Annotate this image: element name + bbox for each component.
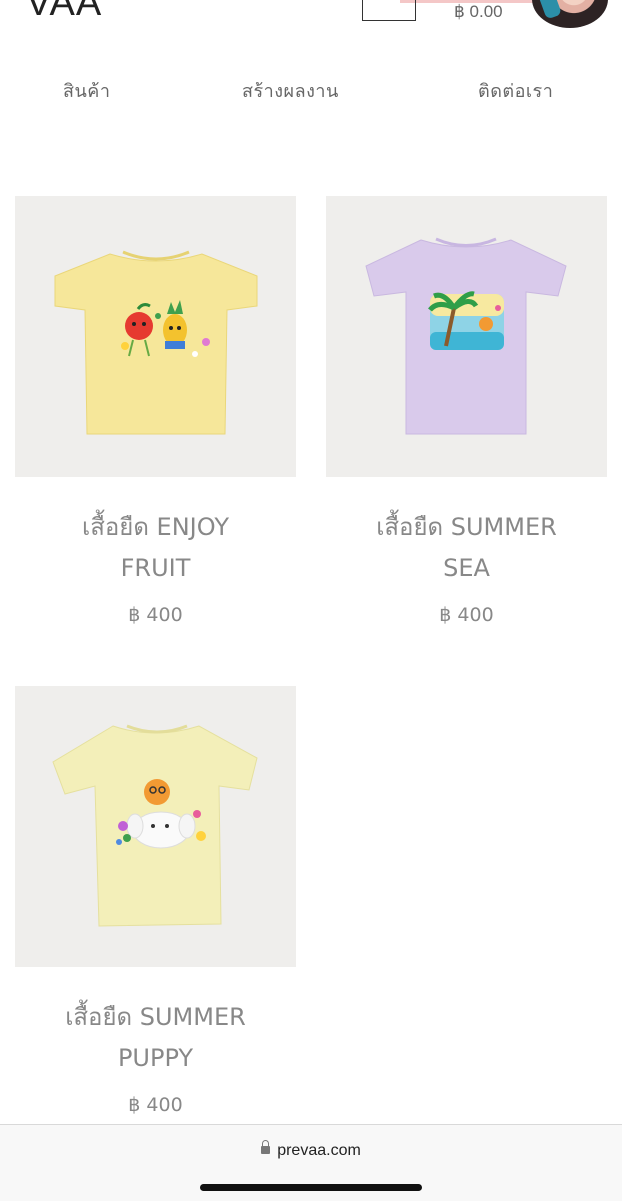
- product-price: ฿ 400: [128, 1094, 183, 1116]
- browser-bottom-bar: prevaa.com: [0, 1124, 622, 1201]
- tshirt-image: [54, 250, 258, 435]
- nav-item-products[interactable]: สินค้า: [63, 76, 110, 105]
- tshirt-image: [365, 237, 567, 435]
- nav-item-contact[interactable]: ติดต่อเรา: [478, 76, 553, 105]
- product-card[interactable]: เสื้อยืด ENJOY FRUIT ฿ 400: [15, 196, 296, 626]
- site-logo[interactable]: VAA: [26, 0, 102, 22]
- nav-item-create[interactable]: สร้างผลงาน: [242, 76, 339, 105]
- product-title-line2: FRUIT: [120, 554, 191, 582]
- avatar[interactable]: [532, 0, 608, 28]
- product-image[interactable]: [326, 196, 607, 477]
- product-title-line1: เสื้อยืด SUMMER: [376, 513, 557, 541]
- product-card[interactable]: เสื้อยืด SUMMER SEA ฿ 400: [326, 196, 607, 626]
- lock-icon: [261, 1139, 271, 1154]
- tshirt-image: [52, 724, 258, 927]
- product-title-line2: SEA: [443, 554, 490, 582]
- product-image[interactable]: [15, 686, 296, 967]
- home-indicator[interactable]: [200, 1184, 422, 1191]
- product-title[interactable]: เสื้อยืด SUMMER PUPPY: [15, 997, 296, 1079]
- product-title-line2: PUPPY: [117, 1044, 194, 1072]
- site-header: VAA ฿ 0.00: [0, 0, 622, 36]
- product-card[interactable]: เสื้อยืด SUMMER PUPPY ฿ 400: [15, 686, 296, 1116]
- main-nav: สินค้า สร้างผลงาน ติดต่อเรา: [0, 76, 622, 106]
- product-image[interactable]: [15, 196, 296, 477]
- product-price: ฿ 400: [439, 604, 494, 626]
- product-title[interactable]: เสื้อยืด SUMMER SEA: [326, 507, 607, 589]
- product-price: ฿ 400: [128, 604, 183, 626]
- cart-total[interactable]: ฿ 0.00: [454, 2, 503, 22]
- address-bar[interactable]: prevaa.com: [0, 1139, 622, 1160]
- product-title-line1: เสื้อยืด ENJOY: [82, 513, 229, 541]
- url-text: prevaa.com: [277, 1142, 361, 1159]
- product-title[interactable]: เสื้อยืด ENJOY FRUIT: [15, 507, 296, 589]
- product-title-line1: เสื้อยืด SUMMER: [65, 1003, 246, 1031]
- cart-icon[interactable]: [362, 0, 416, 21]
